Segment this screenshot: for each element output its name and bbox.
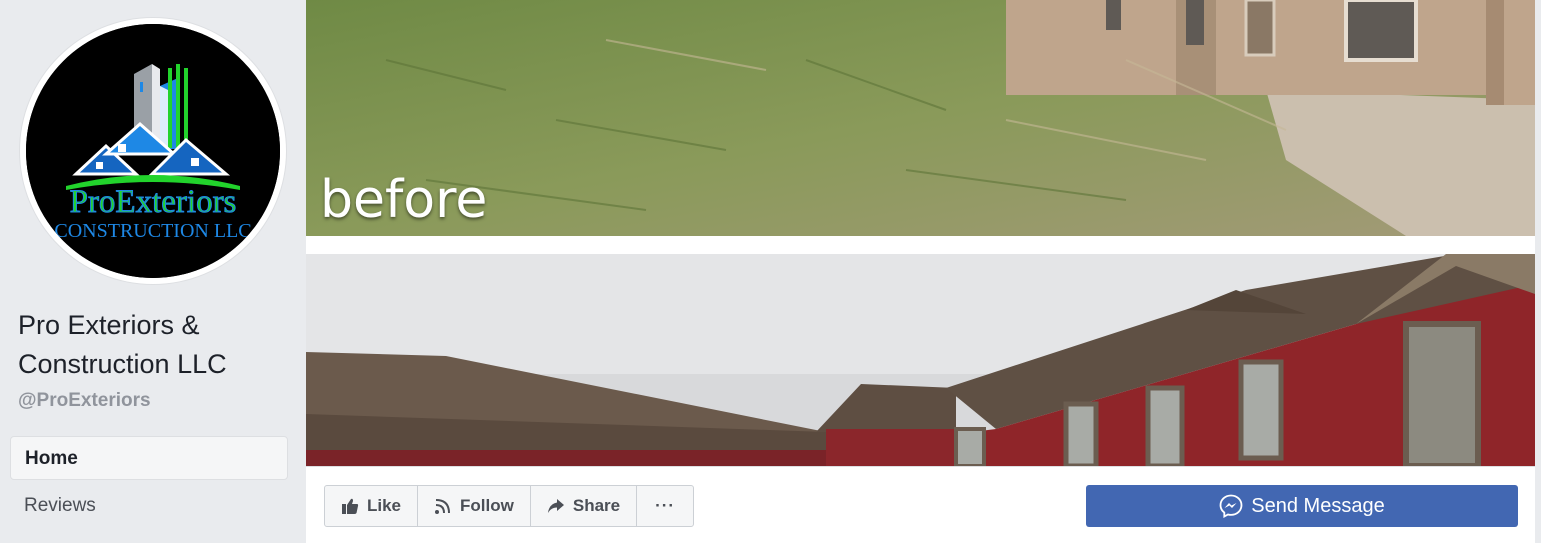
page-action-bar: Like Follow Share ··· Send Message	[306, 466, 1535, 543]
share-label: Share	[572, 496, 621, 515]
page-username[interactable]: @ProExteriors	[18, 390, 151, 412]
like-button[interactable]: Like	[325, 486, 419, 526]
send-message-label: Send Message	[1251, 494, 1385, 517]
nav-item-home[interactable]: Home	[10, 436, 288, 480]
cover-photo[interactable]: before	[306, 0, 1535, 466]
rss-feed-icon	[435, 499, 451, 514]
share-button[interactable]: Share	[531, 486, 638, 526]
follow-label: Follow	[460, 496, 514, 515]
share-arrow-icon	[547, 499, 564, 513]
messenger-icon	[1219, 494, 1243, 518]
send-message-button[interactable]: Send Message	[1086, 485, 1518, 527]
more-options-button[interactable]: ···	[637, 486, 693, 526]
follow-button[interactable]: Follow	[418, 486, 531, 526]
before-photo	[306, 0, 1535, 236]
page-sidebar: ProExteriors CONSTRUCTION LLC Pro Exteri…	[0, 0, 305, 542]
like-label: Like	[367, 496, 402, 515]
profile-picture[interactable]: ProExteriors CONSTRUCTION LLC	[20, 18, 286, 284]
nav-item-reviews[interactable]: Reviews	[10, 484, 288, 528]
thumbs-up-icon	[342, 498, 359, 514]
more-options-icon: ···	[655, 496, 676, 515]
logo-text-line2: CONSTRUCTION LLC	[54, 220, 252, 242]
page-title: Pro Exteriors & Construction LLC	[18, 310, 227, 379]
after-photo	[306, 254, 1535, 466]
page-nav: Home Reviews	[10, 436, 288, 528]
page-actions-group: Like Follow Share ···	[324, 485, 695, 527]
before-caption: before	[320, 170, 488, 230]
company-logo: ProExteriors CONSTRUCTION LLC	[26, 24, 280, 278]
logo-text-line1: ProExteriors	[69, 184, 237, 221]
